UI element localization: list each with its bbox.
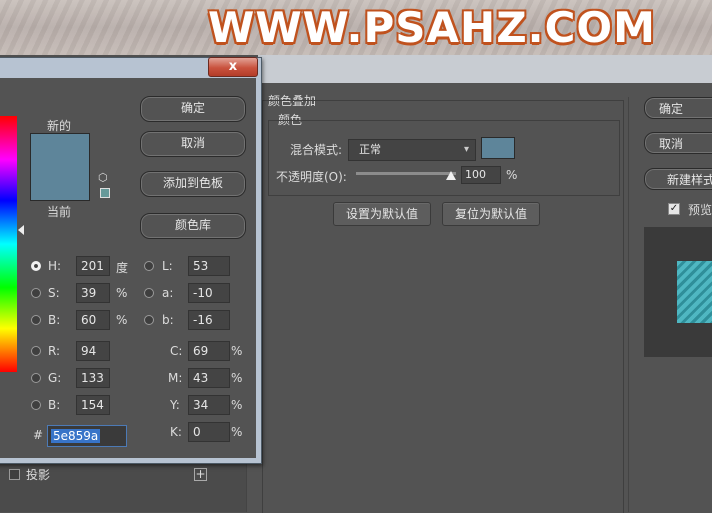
l-radio[interactable] bbox=[144, 261, 154, 271]
lab-b-radio[interactable] bbox=[144, 315, 154, 325]
picker-cancel-button[interactable]: 取消 bbox=[140, 131, 246, 157]
s-input[interactable]: 39 bbox=[76, 283, 110, 303]
blend-mode-select[interactable]: 正常 ▾ bbox=[348, 139, 476, 161]
blend-mode-value: 正常 bbox=[359, 143, 381, 156]
color-libraries-button[interactable]: 颜色库 bbox=[140, 213, 246, 239]
m-label: M: bbox=[168, 371, 183, 385]
r-label: R: bbox=[48, 344, 61, 358]
opacity-input[interactable]: 100 bbox=[461, 166, 501, 184]
new-color-swatch bbox=[30, 133, 90, 167]
overlay-color-swatch[interactable] bbox=[481, 137, 515, 159]
k-label: K: bbox=[170, 425, 182, 439]
add-to-swatches-button[interactable]: 添加到色板 bbox=[140, 171, 246, 197]
opacity-slider-thumb[interactable] bbox=[446, 171, 456, 180]
b-input[interactable]: 60 bbox=[76, 310, 110, 330]
preview-image bbox=[677, 261, 712, 323]
blue-input[interactable]: 154 bbox=[76, 395, 110, 415]
close-button[interactable]: x bbox=[208, 57, 258, 77]
cancel-button[interactable]: 取消 bbox=[644, 132, 712, 154]
opacity-slider-track[interactable] bbox=[356, 172, 456, 175]
h-input[interactable]: 201 bbox=[76, 256, 110, 276]
preview-label: 预览 bbox=[688, 203, 712, 217]
hue-radio[interactable] bbox=[31, 261, 41, 271]
b-unit: % bbox=[116, 313, 128, 327]
preview-checkbox[interactable]: ✓ bbox=[668, 203, 680, 215]
h-unit: 度 bbox=[116, 261, 129, 275]
new-color-label: 新的 bbox=[47, 119, 72, 133]
g-label: G: bbox=[48, 371, 62, 385]
current-color-swatch[interactable] bbox=[30, 167, 90, 201]
red-radio[interactable] bbox=[31, 346, 41, 356]
hex-value: 5e859a bbox=[51, 429, 101, 443]
ok-button[interactable]: 确定 bbox=[644, 97, 712, 119]
watermark-text: WWW.PSAHZ.COM bbox=[208, 3, 656, 52]
h-label: H: bbox=[48, 259, 62, 273]
a-label: a: bbox=[162, 286, 174, 300]
layer-style-titlebar bbox=[258, 55, 712, 83]
y-input[interactable]: 34 bbox=[188, 395, 230, 415]
hue-slider-arrow[interactable] bbox=[18, 225, 24, 235]
c-unit: % bbox=[231, 344, 243, 358]
m-input[interactable]: 43 bbox=[188, 368, 230, 388]
k-input[interactable]: 0 bbox=[188, 422, 230, 442]
c-label: C: bbox=[170, 344, 183, 358]
new-style-button[interactable]: 新建样式 bbox=[644, 168, 712, 190]
web-safe-swatch[interactable] bbox=[100, 188, 110, 198]
drop-shadow-checkbox[interactable] bbox=[9, 469, 20, 480]
l-input[interactable]: 53 bbox=[188, 256, 230, 276]
chevron-down-icon: ▾ bbox=[463, 144, 469, 155]
add-effect-icon[interactable]: + bbox=[194, 468, 207, 481]
hex-label: # bbox=[33, 428, 44, 442]
c-input[interactable]: 69 bbox=[188, 341, 230, 361]
hue-spectrum-bar[interactable] bbox=[0, 116, 17, 372]
opacity-label: 不透明度(O): bbox=[276, 170, 347, 184]
reset-default-button[interactable]: 复位为默认值 bbox=[442, 202, 540, 226]
y-label: Y: bbox=[170, 398, 180, 412]
picker-ok-button[interactable]: 确定 bbox=[140, 96, 246, 122]
brightness-radio[interactable] bbox=[31, 315, 41, 325]
saturation-radio[interactable] bbox=[31, 288, 41, 298]
lab-b-input[interactable]: -16 bbox=[188, 310, 230, 330]
g-input[interactable]: 133 bbox=[76, 368, 110, 388]
opacity-unit: % bbox=[506, 168, 518, 182]
green-radio[interactable] bbox=[31, 373, 41, 383]
y-unit: % bbox=[231, 398, 243, 412]
drop-shadow-label: 投影 bbox=[26, 468, 51, 482]
lab-b-label: b: bbox=[162, 313, 174, 327]
s-label: S: bbox=[48, 286, 60, 300]
k-unit: % bbox=[231, 425, 243, 439]
a-input[interactable]: -10 bbox=[188, 283, 230, 303]
r-input[interactable]: 94 bbox=[76, 341, 110, 361]
cube-icon[interactable]: ⬡ bbox=[98, 172, 110, 184]
m-unit: % bbox=[231, 371, 243, 385]
current-color-label: 当前 bbox=[47, 205, 72, 219]
blue-radio[interactable] bbox=[31, 400, 41, 410]
panel-divider-right bbox=[628, 97, 629, 512]
l-label: L: bbox=[162, 259, 173, 273]
hex-input[interactable]: 5e859a bbox=[47, 425, 127, 447]
b-label: B: bbox=[48, 313, 61, 327]
blend-mode-label: 混合模式: bbox=[290, 143, 343, 157]
blue-label: B: bbox=[48, 398, 61, 412]
a-radio[interactable] bbox=[144, 288, 154, 298]
s-unit: % bbox=[116, 286, 128, 300]
set-default-button[interactable]: 设置为默认值 bbox=[333, 202, 431, 226]
